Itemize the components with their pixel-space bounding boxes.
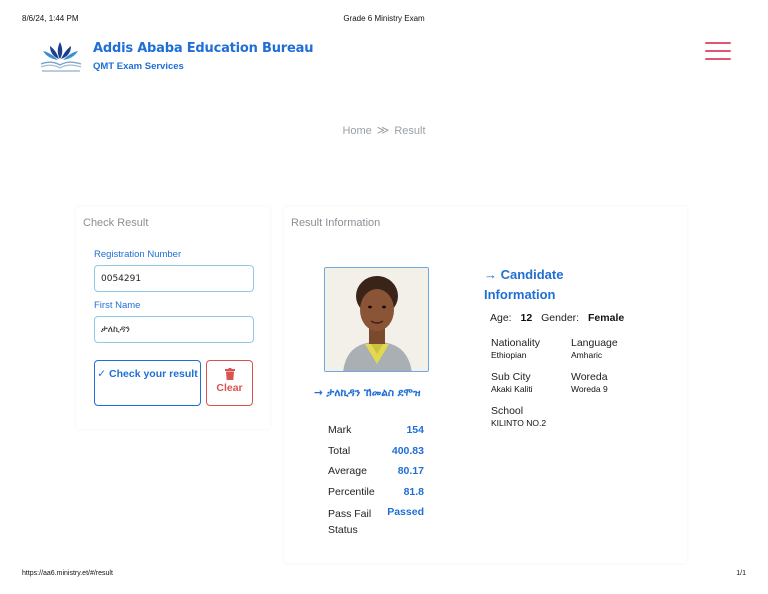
nationality-label: Nationality: [491, 337, 541, 349]
clear-button[interactable]: Clear: [206, 360, 253, 406]
candidate-photo: [324, 267, 429, 372]
check-result-button-label: Check your result: [109, 368, 198, 380]
nationality-item: Nationality Ethiopian: [491, 337, 540, 360]
stat-row-percentile: Percentile 81.8: [328, 486, 424, 507]
stat-value: 400.83: [391, 444, 424, 457]
language-item: Language Amharic: [571, 337, 618, 360]
school-label: School: [491, 405, 524, 417]
gender-value: Female: [588, 312, 625, 324]
gender-label: Gender:: [541, 312, 580, 324]
stat-row-pass-fail: Pass Fail Status Passed: [328, 506, 424, 540]
pass-status-value: Passed: [387, 506, 424, 518]
check-result-title: Check Result: [83, 217, 149, 229]
age-label: Age:: [490, 312, 512, 324]
print-url: https://aa6.ministry.et/#/result: [22, 570, 113, 577]
result-information-card: Result Information → ታለኪዳን ኸመልስ ደሞዝ Mark…: [284, 207, 687, 563]
hamburger-line: [705, 50, 731, 52]
stat-value: 81.8: [403, 485, 424, 498]
brand-name: Addis Ababa Education Bureau: [93, 41, 314, 56]
result-information-title: Result Information: [291, 217, 381, 229]
first-name-label: First Name: [94, 300, 141, 311]
subcity-value: Akaki Kaliti: [491, 384, 533, 394]
candidate-name: → ታለኪዳን ኸመልስ ደሞዝ: [314, 387, 421, 399]
nationality-value: Ethiopian: [491, 350, 527, 360]
check-result-button[interactable]: ✓ Check your result: [94, 360, 201, 406]
stat-label: Pass Fail Status: [328, 508, 372, 536]
candidate-information-title: → Candidate Information: [484, 267, 564, 302]
woreda-value: Woreda 9: [571, 384, 608, 394]
stat-label: Total: [328, 444, 351, 457]
language-value: Amharic: [571, 350, 603, 360]
subcity-item: Sub City Akaki Kaliti: [491, 371, 533, 394]
stat-row-mark: Mark 154: [328, 424, 424, 445]
stat-label: Percentile: [328, 485, 375, 498]
stat-label: Average: [328, 465, 367, 477]
trash-icon: [224, 368, 235, 380]
clear-button-label: Clear: [216, 382, 243, 394]
print-header: 8/6/24, 1:44 PM Grade 6 Ministry Exam: [22, 14, 746, 24]
school-value: KILINTO NO.2: [491, 418, 547, 428]
stat-value: 154: [406, 424, 424, 436]
print-title: Grade 6 Ministry Exam: [343, 14, 425, 23]
brand-subtitle: QMT Exam Services: [93, 61, 184, 72]
check-result-card: Check Result Registration Number First N…: [76, 207, 270, 429]
print-page-number: 1/1: [736, 570, 746, 577]
woreda-item: Woreda Woreda 9: [571, 371, 608, 394]
stat-value: 80.17: [397, 465, 424, 477]
language-label: Language: [571, 337, 618, 349]
first-name-input[interactable]: [94, 316, 254, 343]
registration-number-label: Registration Number: [94, 249, 182, 260]
breadcrumb: Home ≫ Result: [0, 123, 768, 137]
breadcrumb-home[interactable]: Home: [342, 125, 371, 137]
breadcrumb-current: Result: [394, 125, 426, 137]
registration-number-input[interactable]: [94, 265, 254, 292]
bureau-logo-icon: [40, 42, 82, 72]
brand[interactable]: Addis Ababa Education Bureau QMT Exam Se…: [38, 38, 313, 74]
hamburger-line: [705, 58, 731, 60]
result-stats: Mark 154 Total 400.83 Average 80.17 Perc…: [328, 424, 424, 540]
hamburger-line: [705, 42, 731, 44]
stat-row-average: Average 80.17: [328, 465, 424, 486]
woreda-label: Woreda: [571, 371, 608, 383]
subcity-label: Sub City: [491, 371, 531, 383]
age-gender-row: Age: 12 Gender: Female: [490, 312, 624, 324]
breadcrumb-separator-icon: ≫: [376, 123, 390, 137]
school-item: School KILINTO NO.2: [491, 405, 546, 428]
stat-label: Mark: [328, 424, 352, 436]
stat-row-total: Total 400.83: [328, 445, 424, 466]
check-icon: ✓: [97, 368, 107, 380]
age-value: 12: [520, 312, 533, 324]
print-date: 8/6/24, 1:44 PM: [22, 14, 79, 23]
menu-hamburger-icon[interactable]: [705, 42, 731, 62]
